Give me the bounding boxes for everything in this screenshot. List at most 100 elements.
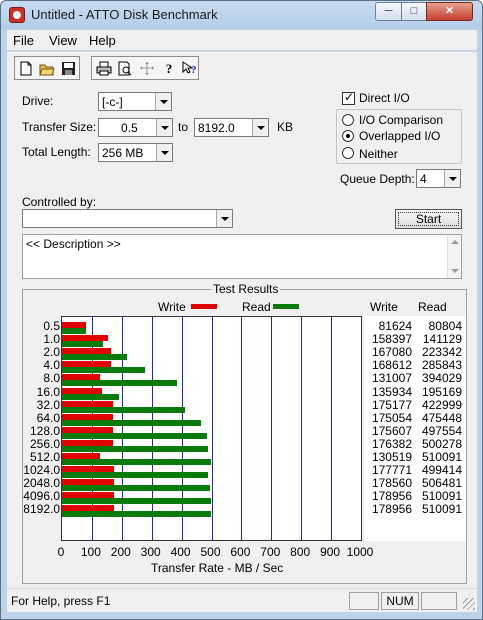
read-bar xyxy=(62,511,211,518)
context-help-icon[interactable]: ? xyxy=(178,58,200,79)
block-size-label: 0.5 xyxy=(43,319,60,333)
io-comparison-radio[interactable] xyxy=(342,114,354,126)
read-value: 141129 xyxy=(422,332,462,347)
x-tick-label: 100 xyxy=(80,545,101,559)
drive-select[interactable]: [-c-] xyxy=(98,92,172,111)
controlled-by-select[interactable] xyxy=(22,209,233,228)
block-size-label: 256.0 xyxy=(29,436,60,451)
transfer-rate-chart xyxy=(61,316,362,541)
direct-io-label: Direct I/O xyxy=(359,91,410,105)
read-value: 223342 xyxy=(421,345,462,360)
new-file-icon[interactable] xyxy=(15,58,37,79)
menu-help[interactable]: Help xyxy=(89,33,116,48)
x-axis-label: Transfer Rate - MB / Sec xyxy=(151,561,284,575)
write-value: 177771 xyxy=(371,463,412,478)
results-values-table: 81624 80804 158397 141129 167080 223342 168612… xyxy=(364,316,466,541)
chevron-down-icon[interactable] xyxy=(156,119,172,136)
print-preview-icon[interactable] xyxy=(114,58,136,79)
block-size-label: 4.0 xyxy=(43,358,60,373)
minimize-button[interactable]: ─ xyxy=(375,2,402,21)
start-button-focus xyxy=(398,212,459,226)
read-value: 510091 xyxy=(421,489,462,504)
toolbar-tools-group: ? ? xyxy=(91,56,199,80)
title-bar[interactable]: Untitled - ATTO Disk Benchmark ─ □ ✕ xyxy=(1,1,482,29)
neither-label: Neither xyxy=(359,147,398,161)
save-icon[interactable] xyxy=(57,58,79,79)
read-value: 497554 xyxy=(421,423,462,438)
block-size-label: 1.0 xyxy=(43,332,60,347)
block-size-label: 16.0 xyxy=(36,384,60,399)
scroll-up-icon[interactable] xyxy=(451,240,459,244)
overlapped-io-radio[interactable] xyxy=(342,130,354,142)
block-size-label: 64.0 xyxy=(36,410,60,425)
description-scrollbar[interactable] xyxy=(447,235,461,278)
test-results-panel: Test Results Write Read Write Read 0.5 1.… xyxy=(22,282,467,584)
read-bar xyxy=(62,459,211,465)
app-window: Untitled - ATTO Disk Benchmark ─ □ ✕ Fil… xyxy=(0,0,483,620)
read-value: 499414 xyxy=(421,463,462,478)
total-length-select[interactable]: 256 MB xyxy=(98,143,173,162)
write-value: 167080 xyxy=(371,345,412,360)
write-value: 135934 xyxy=(371,384,412,399)
read-value: 506481 xyxy=(421,476,462,491)
read-bar xyxy=(62,472,208,479)
write-column-header: Write xyxy=(370,300,398,314)
transfer-size-from-select[interactable]: 0.5 xyxy=(98,118,173,137)
start-button[interactable]: Start xyxy=(395,209,462,229)
resize-grip-icon[interactable] xyxy=(463,598,475,610)
read-bar xyxy=(62,485,210,492)
write-value: 178956 xyxy=(371,502,412,517)
legend-write-swatch xyxy=(191,304,217,309)
io-comparison-label: I/O Comparison xyxy=(359,113,444,127)
neither-radio[interactable] xyxy=(342,147,354,159)
read-bar xyxy=(62,328,86,334)
legend-read-swatch xyxy=(273,304,299,309)
open-folder-icon[interactable] xyxy=(36,58,58,79)
status-num-indicator: NUM xyxy=(381,592,419,610)
print-icon[interactable] xyxy=(93,58,115,79)
read-value: 500278 xyxy=(421,436,462,451)
gridline xyxy=(181,317,183,540)
gridline xyxy=(271,317,273,540)
chevron-down-icon[interactable] xyxy=(155,93,171,110)
chevron-down-icon[interactable] xyxy=(444,170,460,187)
description-textarea[interactable]: << Description >> xyxy=(22,234,462,279)
write-value: 178560 xyxy=(371,476,412,491)
move-icon[interactable] xyxy=(136,58,158,79)
direct-io-checkbox[interactable] xyxy=(342,90,355,105)
close-button[interactable]: ✕ xyxy=(426,2,473,21)
x-tick-label: 900 xyxy=(320,545,341,559)
read-bar xyxy=(62,432,208,439)
read-bar xyxy=(62,341,104,348)
chevron-down-icon[interactable] xyxy=(252,119,268,136)
transfer-size-to-select[interactable]: 8192.0 xyxy=(194,118,269,137)
scroll-down-icon[interactable] xyxy=(451,269,459,273)
maximize-button[interactable]: □ xyxy=(401,2,427,21)
queue-depth-select[interactable]: 4 xyxy=(416,169,461,188)
transfer-to-label: to xyxy=(178,120,189,134)
read-column-header: Read xyxy=(418,300,447,314)
status-bar: For Help, press F1 NUM xyxy=(7,588,477,612)
write-value: 178956 xyxy=(371,489,412,504)
write-value: 81624 xyxy=(378,319,412,333)
x-tick-label: 600 xyxy=(230,545,251,559)
menu-file[interactable]: File xyxy=(13,33,34,48)
read-value: 80804 xyxy=(428,319,462,333)
read-bar xyxy=(62,380,178,387)
chevron-down-icon[interactable] xyxy=(156,144,172,161)
block-size-label: 8.0 xyxy=(43,371,60,386)
block-size-label: 2048.0 xyxy=(23,476,60,491)
help-icon[interactable]: ? xyxy=(158,58,180,79)
chevron-down-icon[interactable] xyxy=(216,210,232,227)
block-size-label: 1024.0 xyxy=(23,463,60,478)
legend-read-label: Read xyxy=(242,300,271,314)
block-size-label: 8192.0 xyxy=(23,502,60,517)
toolbar: ? ? xyxy=(7,51,477,81)
x-tick-label: 300 xyxy=(140,545,161,559)
read-bar xyxy=(62,367,146,374)
x-tick-label: 500 xyxy=(200,545,221,559)
read-value: 510091 xyxy=(421,502,462,517)
menu-view[interactable]: View xyxy=(49,33,77,48)
drive-value: [-c-] xyxy=(102,95,123,109)
write-value: 130519 xyxy=(371,450,412,464)
